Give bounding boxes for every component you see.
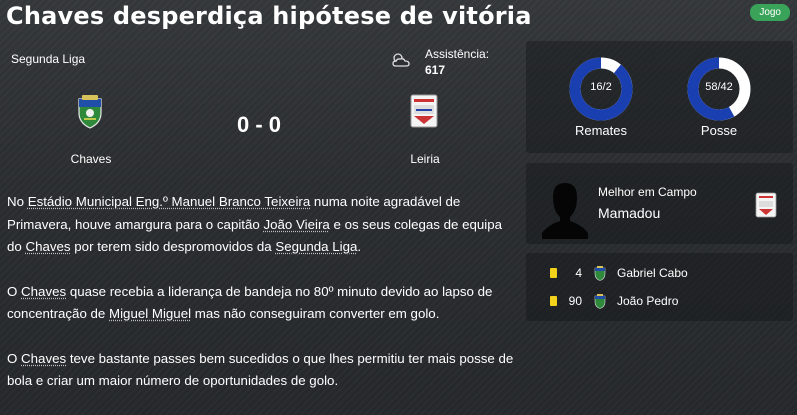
attendance-label: Assistência: xyxy=(425,47,490,61)
man-of-the-match-panel[interactable]: Melhor em Campo Mamadou xyxy=(526,163,793,244)
event-player: João Pedro xyxy=(617,294,679,308)
home-team-crest-icon[interactable] xyxy=(76,93,104,129)
stats-panel: 16/2 Remates 58/42 Posse xyxy=(526,41,793,153)
report-paragraph-3: O Chaves teve bastante passes bem sucedi… xyxy=(7,350,514,389)
shots-value: 16/2 xyxy=(590,81,612,93)
report-link[interactable]: Chaves xyxy=(21,284,66,299)
leiria-crest-icon xyxy=(755,192,777,218)
match-type-badge[interactable]: Jogo xyxy=(750,4,790,21)
possession-value: 58/42 xyxy=(705,81,733,93)
event-minute: 90 xyxy=(568,294,582,308)
match-score: 0 - 0 xyxy=(236,112,282,137)
report-paragraph-1: No Estádio Municipal Eng.º Manuel Branco… xyxy=(7,194,503,254)
shots-label: Remates xyxy=(574,123,628,138)
event-row[interactable]: 90 João Pedro xyxy=(526,292,793,312)
report-link[interactable]: Chaves xyxy=(21,351,66,366)
possession-label: Posse xyxy=(700,123,738,138)
report-paragraph-2: O Chaves quase recebia a liderança de ba… xyxy=(7,283,493,322)
chaves-crest-icon xyxy=(594,294,606,309)
yellow-card-icon xyxy=(550,268,557,278)
cloudy-icon xyxy=(392,53,410,67)
away-team-name[interactable]: Leiria xyxy=(395,152,455,166)
report-link[interactable]: João Vieira xyxy=(263,217,329,232)
report-link[interactable]: Estádio Municipal Eng.º Manuel Branco Te… xyxy=(28,194,311,209)
motm-player-name[interactable]: Mamadou xyxy=(598,205,660,221)
home-team-name[interactable]: Chaves xyxy=(50,152,132,166)
player-silhouette-icon xyxy=(542,183,588,239)
report-link[interactable]: Miguel Miguel xyxy=(109,306,191,321)
report-link[interactable]: Chaves xyxy=(26,239,71,254)
events-panel: 4 Gabriel Cabo 90 João Pedro xyxy=(526,253,793,321)
attendance-value: 617 xyxy=(425,63,446,77)
yellow-card-icon xyxy=(550,296,557,306)
event-row[interactable]: 4 Gabriel Cabo xyxy=(526,264,793,284)
competition-name[interactable]: Segunda Liga xyxy=(11,52,85,66)
match-report: No Estádio Municipal Eng.º Manuel Branco… xyxy=(7,191,517,415)
chaves-crest-icon xyxy=(594,266,606,281)
away-team-crest-icon[interactable] xyxy=(409,93,439,129)
page-title: Chaves desperdiça hipótese de vitória xyxy=(6,2,532,30)
motm-label: Melhor em Campo xyxy=(598,185,697,199)
event-minute: 4 xyxy=(575,266,582,280)
event-player: Gabriel Cabo xyxy=(617,266,688,280)
report-link[interactable]: Segunda Liga xyxy=(275,239,357,254)
